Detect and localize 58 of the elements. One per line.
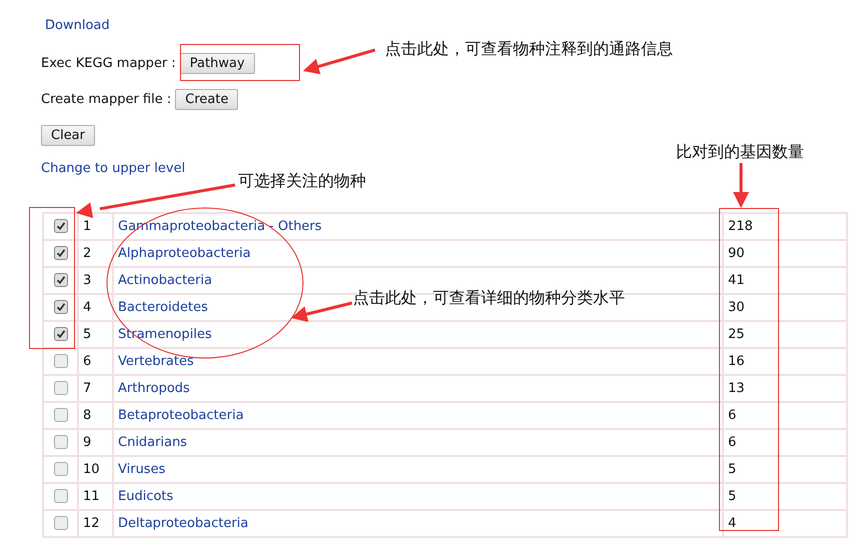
checkbox[interactable] [54,354,68,368]
annotation-note: 比对到的基因数量 [676,142,804,163]
taxon-link[interactable]: Eudicots [118,489,174,504]
table-cell: 41 [722,268,846,295]
create-mapper-label: Create mapper file : [41,92,172,106]
checkbox[interactable] [54,246,68,260]
table-cell: 5 [722,457,846,484]
taxon-link[interactable]: Deltaproteobacteria [118,516,248,531]
checkbox[interactable] [54,489,68,504]
checkbox[interactable] [54,300,68,314]
checkbox[interactable] [54,219,68,234]
pathway-button[interactable]: Pathway [180,52,255,74]
table-cell: 16 [722,349,846,376]
taxon-link[interactable]: Bacteroidetes [118,300,208,315]
table-cell: 3 [77,268,112,295]
annotation-note: 点击此处，可查看详细的物种分类水平 [353,288,625,309]
checkbox[interactable] [54,462,68,476]
checkbox[interactable] [54,435,68,450]
checkbox[interactable] [54,516,68,530]
mapper-label: Exec KEGG mapper : [41,56,176,70]
table-cell: 6 [77,349,112,376]
table-cell: 25 [722,322,846,349]
taxon-link[interactable]: Cnidarians [118,435,188,450]
table-cell: 30 [722,295,846,322]
taxon-link[interactable]: Alphaproteobacteria [118,246,251,261]
table-cell: 10 [77,457,112,484]
upper-level-link[interactable]: Change to upper level [41,161,186,176]
table-cell: 5 [77,322,112,349]
taxon-link[interactable]: Arthropods [118,381,190,396]
table-cell: 2 [77,241,112,268]
annotation-note: 点击此处，可查看物种注释到的通路信息 [385,39,673,60]
table-cell: 4 [77,295,112,322]
download-link[interactable]: Download [45,18,110,33]
table-cell: 7 [77,376,112,403]
table-cell: 11 [77,484,112,511]
arrow [291,302,352,322]
table-cell: 6 [722,403,846,430]
table-cell: 12 [77,511,112,538]
table-cell: 5 [722,484,846,511]
table-cell: 4 [722,511,846,538]
table-cell: 9 [77,430,112,457]
checkbox[interactable] [54,273,68,288]
taxon-link[interactable]: Vertebrates [118,354,194,369]
arrow [733,163,749,208]
table-cell: 8 [77,403,112,430]
taxon-link[interactable]: Actinobacteria [118,273,212,288]
annotation-note: 可选择关注的物种 [238,171,366,192]
table-cell: 13 [722,376,846,403]
checkbox[interactable] [54,327,68,342]
table-cell: 218 [722,214,846,241]
clear-button[interactable]: Clear [41,124,95,146]
taxon-link[interactable]: Betaproteobacteria [118,408,244,423]
checkbox[interactable] [54,381,68,396]
taxon-link[interactable]: Viruses [118,462,166,477]
create-button[interactable]: Create [175,88,238,110]
checkbox[interactable] [54,408,68,422]
table-cell: 90 [722,241,846,268]
table-cell: 6 [722,430,846,457]
